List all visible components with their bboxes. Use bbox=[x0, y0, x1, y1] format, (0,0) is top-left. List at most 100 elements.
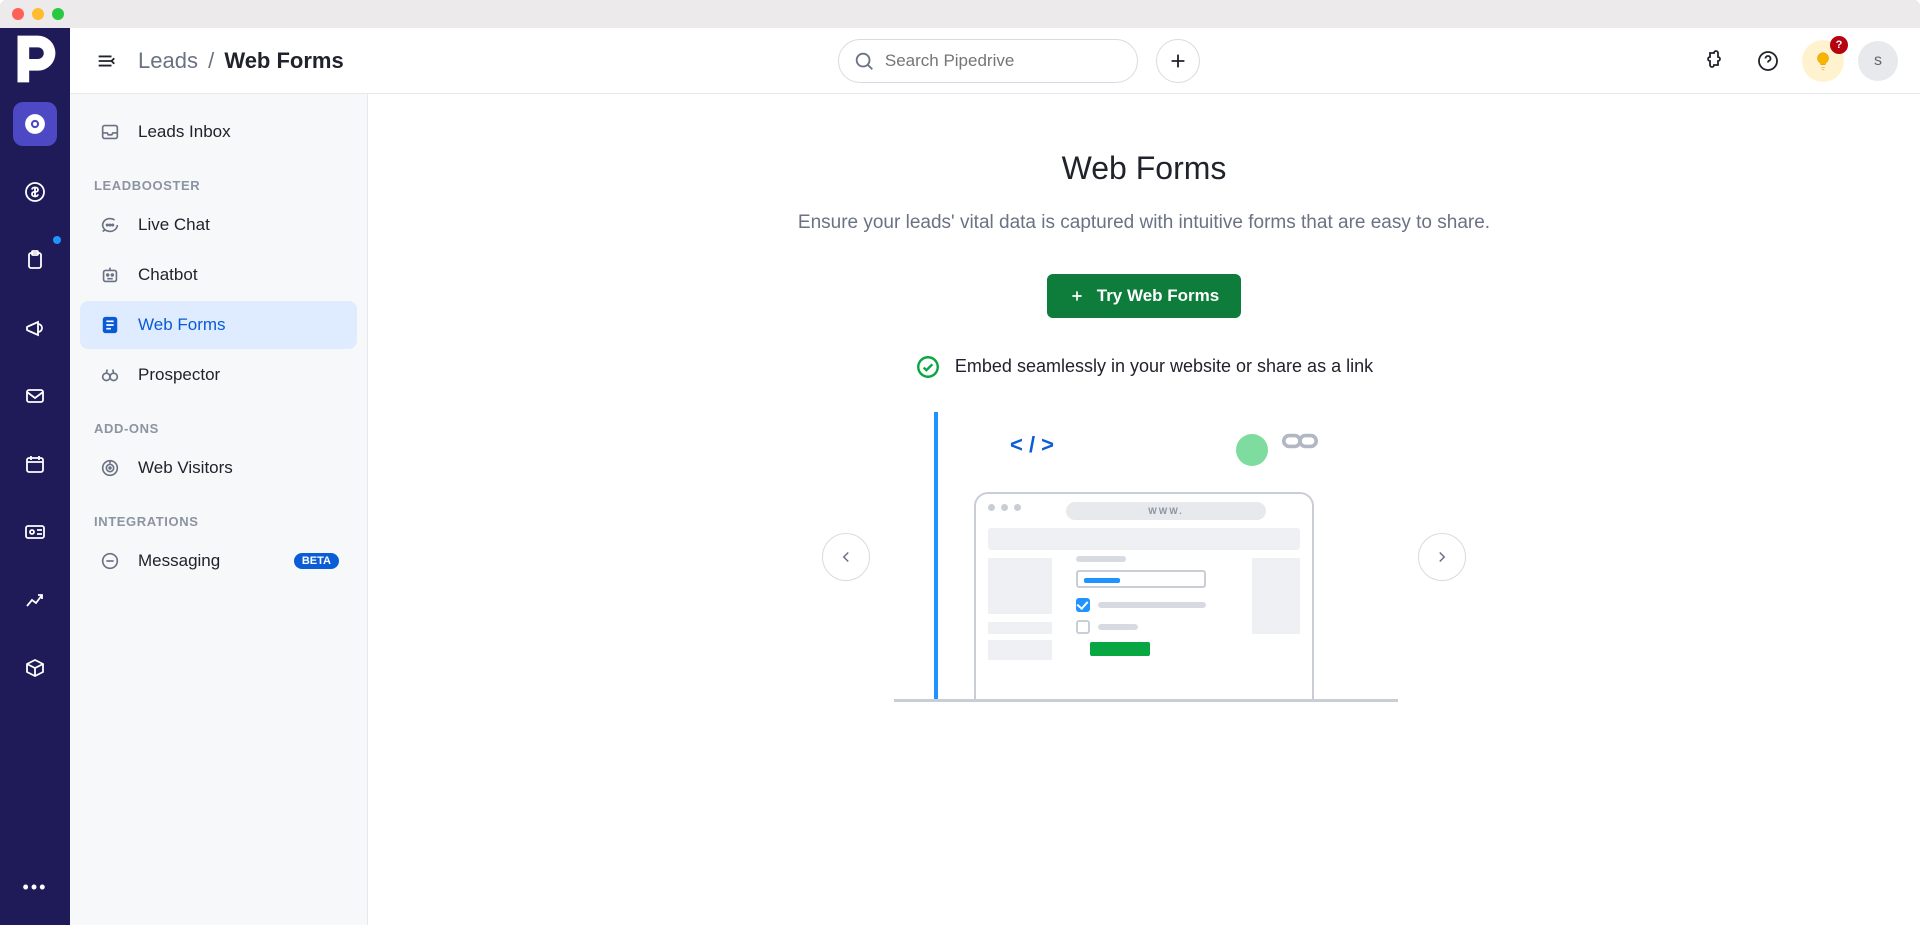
illus-browser-dots bbox=[988, 504, 1021, 511]
illus-form bbox=[1076, 556, 1206, 656]
illus-left-block bbox=[988, 558, 1052, 614]
sidebar-item-label: Web Forms bbox=[138, 315, 226, 335]
feature-line: Embed seamlessly in your website or shar… bbox=[915, 354, 1373, 380]
sidebar-section-addons: ADD-ONS bbox=[70, 401, 367, 442]
content: Web Forms Ensure your leads' vital data … bbox=[368, 94, 1920, 925]
breadcrumb-current: Web Forms bbox=[224, 48, 343, 73]
assistant-badge: ? bbox=[1830, 36, 1848, 54]
sidebar-item-messaging[interactable]: Messaging BETA bbox=[80, 537, 357, 585]
breadcrumb: Leads / Web Forms bbox=[138, 48, 344, 74]
id-card-icon bbox=[23, 520, 47, 544]
chevron-right-icon bbox=[1433, 548, 1451, 566]
nav-leads[interactable] bbox=[13, 102, 57, 146]
sidebar-item-label: Leads Inbox bbox=[138, 122, 231, 142]
sidebar-item-label: Web Visitors bbox=[138, 458, 233, 478]
sidebar-item-label: Live Chat bbox=[138, 215, 210, 235]
feature-illustration: < / > WWW. bbox=[924, 412, 1364, 702]
check-circle-icon bbox=[915, 354, 941, 380]
primary-nav-rail: ••• bbox=[0, 28, 70, 925]
page-title: Web Forms bbox=[1062, 150, 1227, 187]
sidebar-item-leads-inbox[interactable]: Leads Inbox bbox=[80, 108, 357, 156]
plus-icon bbox=[1167, 50, 1189, 72]
illus-left-block3 bbox=[988, 640, 1052, 660]
illus-left-block2 bbox=[988, 622, 1052, 634]
chart-line-icon bbox=[23, 588, 47, 612]
collapse-menu-icon bbox=[95, 50, 117, 72]
app-root: ••• Leads / Web Forms bbox=[0, 28, 1920, 925]
illus-header bbox=[988, 528, 1300, 550]
feature-carousel: < / > WWW. bbox=[822, 412, 1466, 702]
clipboard-icon bbox=[23, 248, 47, 272]
illus-bar bbox=[934, 412, 938, 702]
puzzle-icon bbox=[1702, 49, 1726, 73]
carousel-next-button[interactable] bbox=[1418, 533, 1466, 581]
body: Leads Inbox LEADBOOSTER Live Chat Chatbo… bbox=[70, 94, 1920, 925]
megaphone-icon bbox=[23, 316, 47, 340]
illus-url-bar: WWW. bbox=[1066, 502, 1266, 520]
nav-more[interactable]: ••• bbox=[13, 865, 57, 909]
marketplace-button[interactable] bbox=[1694, 41, 1734, 81]
search-icon bbox=[853, 50, 875, 72]
nav-deals[interactable] bbox=[13, 170, 57, 214]
breadcrumb-parent[interactable]: Leads bbox=[138, 48, 198, 73]
help-circle-icon bbox=[1756, 49, 1780, 73]
nav-calendar[interactable] bbox=[13, 442, 57, 486]
feature-text: Embed seamlessly in your website or shar… bbox=[955, 356, 1373, 377]
help-button[interactable] bbox=[1748, 41, 1788, 81]
search-input[interactable] bbox=[885, 51, 1137, 71]
sidebar-collapse-button[interactable] bbox=[92, 47, 120, 75]
breadcrumb-separator: / bbox=[208, 48, 214, 73]
window-chrome bbox=[0, 0, 1920, 28]
illus-green-dot bbox=[1236, 434, 1268, 466]
cta-label: Try Web Forms bbox=[1097, 286, 1220, 306]
try-web-forms-button[interactable]: Try Web Forms bbox=[1047, 274, 1242, 318]
nav-campaigns[interactable] bbox=[13, 306, 57, 350]
topbar: Leads / Web Forms bbox=[70, 28, 1920, 94]
form-icon bbox=[98, 313, 122, 337]
app-logo[interactable] bbox=[0, 28, 70, 90]
plus-icon bbox=[1069, 288, 1085, 304]
sidebar: Leads Inbox LEADBOOSTER Live Chat Chatbo… bbox=[70, 94, 368, 925]
sidebar-item-live-chat[interactable]: Live Chat bbox=[80, 201, 357, 249]
main-column: Leads / Web Forms bbox=[70, 28, 1920, 925]
binoculars-icon bbox=[98, 363, 122, 387]
mail-icon bbox=[23, 384, 47, 408]
sidebar-item-label: Prospector bbox=[138, 365, 220, 385]
pipedrive-logo-icon bbox=[0, 24, 70, 94]
topbar-right: ? s bbox=[1694, 40, 1898, 82]
topbar-center bbox=[362, 39, 1676, 83]
sidebar-section-leadbooster: LEADBOOSTER bbox=[70, 158, 367, 199]
sidebar-item-label: Messaging bbox=[138, 551, 220, 571]
window-maximize-dot[interactable] bbox=[52, 8, 64, 20]
link-icon bbox=[1282, 430, 1318, 457]
window-close-dot[interactable] bbox=[12, 8, 24, 20]
carousel-prev-button[interactable] bbox=[822, 533, 870, 581]
nav-activities[interactable] bbox=[13, 238, 57, 282]
sidebar-item-web-visitors[interactable]: Web Visitors bbox=[80, 444, 357, 492]
sidebar-item-chatbot[interactable]: Chatbot bbox=[80, 251, 357, 299]
sales-assistant-button[interactable]: ? bbox=[1802, 40, 1844, 82]
nav-mail[interactable] bbox=[13, 374, 57, 418]
radar-icon bbox=[98, 456, 122, 480]
illus-right-block bbox=[1252, 558, 1300, 634]
chat-icon bbox=[98, 213, 122, 237]
bot-icon bbox=[98, 263, 122, 287]
avatar-initial: s bbox=[1874, 52, 1882, 70]
search-bar[interactable] bbox=[838, 39, 1138, 83]
sidebar-item-label: Chatbot bbox=[138, 265, 198, 285]
window-minimize-dot[interactable] bbox=[32, 8, 44, 20]
nav-products[interactable] bbox=[13, 646, 57, 690]
illus-floor bbox=[894, 699, 1398, 702]
page-subtitle: Ensure your leads' vital data is capture… bbox=[798, 209, 1490, 238]
sidebar-item-web-forms[interactable]: Web Forms bbox=[80, 301, 357, 349]
bulb-icon bbox=[1812, 50, 1834, 72]
code-tag-icon: < / > bbox=[1010, 432, 1054, 458]
chevron-left-icon bbox=[837, 548, 855, 566]
beta-badge: BETA bbox=[294, 553, 339, 569]
sidebar-item-prospector[interactable]: Prospector bbox=[80, 351, 357, 399]
more-dots-icon: ••• bbox=[23, 877, 48, 898]
quick-add-button[interactable] bbox=[1156, 39, 1200, 83]
nav-contacts[interactable] bbox=[13, 510, 57, 554]
nav-insights[interactable] bbox=[13, 578, 57, 622]
user-avatar[interactable]: s bbox=[1858, 41, 1898, 81]
